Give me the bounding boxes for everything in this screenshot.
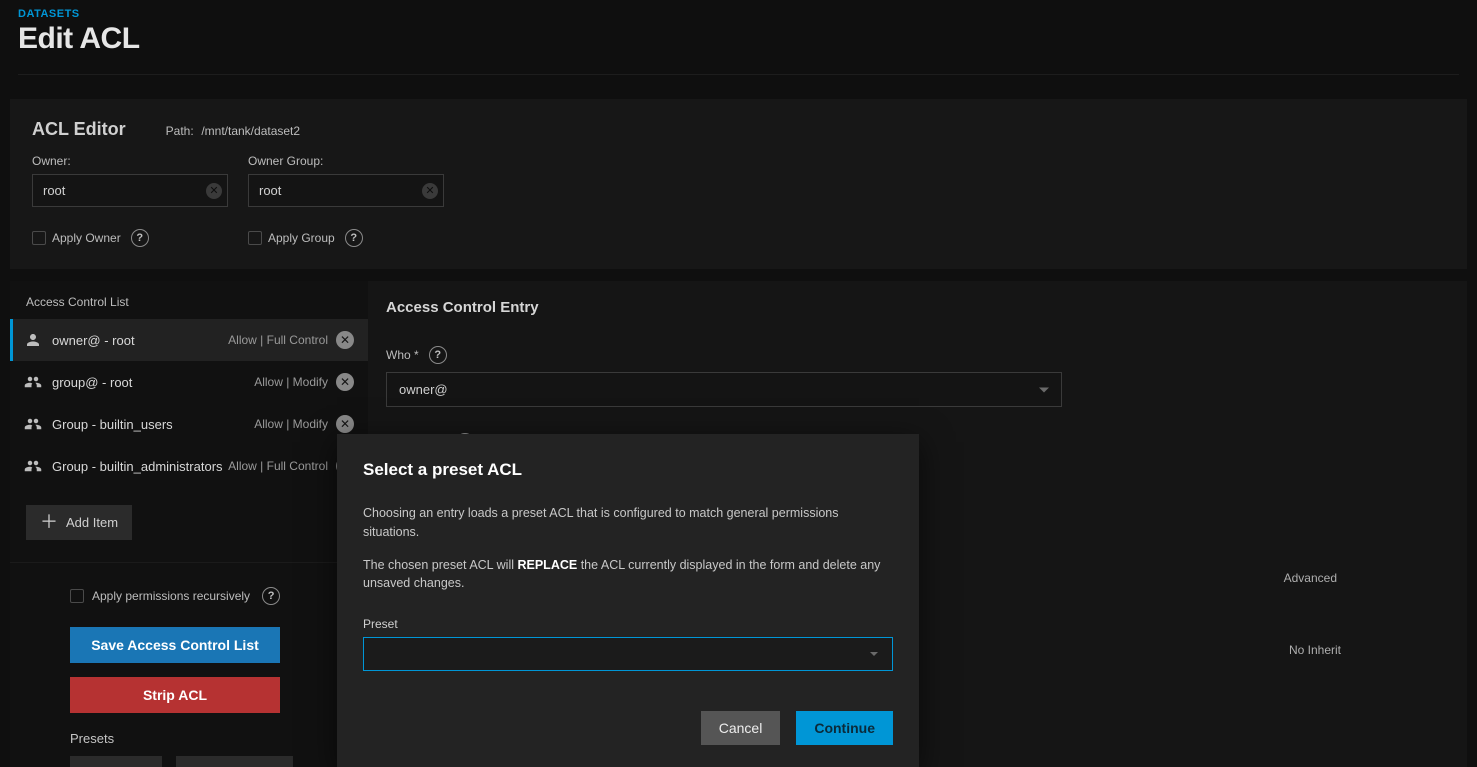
help-icon[interactable]: ? — [262, 587, 280, 605]
use-preset-button[interactable]: Use Preset — [70, 756, 162, 767]
owner-label: Owner: — [32, 154, 228, 168]
owner-group-label: Owner Group: — [248, 154, 444, 168]
acl-row[interactable]: Group - builtin_users Allow | Modify ✕ — [10, 403, 368, 445]
acl-row-label: Group - builtin_administrators — [52, 459, 223, 474]
path-label: Path: — [166, 124, 194, 138]
no-inherit-label: No Inherit — [1289, 643, 1341, 657]
acl-row-label: Group - builtin_users — [52, 417, 173, 432]
apply-owner-checkbox[interactable] — [32, 231, 46, 245]
clear-owner-icon[interactable]: ✕ — [206, 183, 222, 199]
apply-owner-label: Apply Owner — [52, 231, 121, 245]
chevron-down-icon — [1039, 387, 1049, 392]
acl-row-summary: Allow | Modify — [254, 417, 328, 431]
breadcrumb[interactable]: DATASETS — [0, 0, 1477, 22]
dialog-text-1: Choosing an entry loads a preset ACL tha… — [363, 504, 893, 542]
plus-icon: ＋ — [40, 516, 58, 529]
acl-list-title: Access Control List — [10, 281, 368, 319]
acl-editor-card: ACL Editor Path: /mnt/tank/dataset2 Owne… — [10, 99, 1467, 269]
dialog-title: Select a preset ACL — [363, 460, 893, 480]
preset-label: Preset — [363, 617, 893, 631]
strip-acl-button[interactable]: Strip ACL — [70, 677, 280, 713]
apply-recursive-checkbox[interactable] — [70, 589, 84, 603]
add-item-button[interactable]: ＋ Add Item — [26, 505, 132, 540]
ace-title: Access Control Entry — [386, 299, 1449, 316]
who-label: Who * — [386, 348, 419, 362]
acl-row-summary: Allow | Modify — [254, 375, 328, 389]
acl-row-summary: Allow | Full Control — [228, 333, 328, 347]
group-icon — [24, 457, 42, 475]
who-value: owner@ — [399, 382, 448, 397]
clear-owner-group-icon[interactable]: ✕ — [422, 183, 438, 199]
who-select[interactable]: owner@ — [386, 372, 1062, 407]
apply-group-label: Apply Group — [268, 231, 335, 245]
acl-row-label: owner@ - root — [52, 333, 135, 348]
path-value: /mnt/tank/dataset2 — [201, 124, 300, 138]
delete-acl-row-icon[interactable]: ✕ — [336, 331, 354, 349]
save-as-preset-button[interactable]: Save As Preset — [176, 756, 293, 767]
apply-group-checkbox[interactable] — [248, 231, 262, 245]
divider — [18, 74, 1459, 75]
acl-row-label: group@ - root — [52, 375, 132, 390]
acl-row[interactable]: owner@ - root Allow | Full Control ✕ — [10, 319, 368, 361]
acl-row[interactable]: Group - builtin_administrators Allow | Fu… — [10, 445, 368, 487]
help-icon[interactable]: ? — [345, 229, 363, 247]
help-icon[interactable]: ? — [131, 229, 149, 247]
user-icon — [24, 331, 42, 349]
preset-select[interactable] — [363, 637, 893, 671]
save-acl-button[interactable]: Save Access Control List — [70, 627, 280, 663]
acl-editor-title: ACL Editor — [32, 119, 126, 140]
preset-acl-dialog: Select a preset ACL Choosing an entry lo… — [337, 434, 919, 767]
delete-acl-row-icon[interactable]: ✕ — [336, 373, 354, 391]
presets-heading: Presets — [70, 731, 308, 746]
group-icon — [24, 373, 42, 391]
group-icon — [24, 415, 42, 433]
acl-row-summary: Allow | Full Control — [228, 459, 328, 473]
add-item-label: Add Item — [66, 515, 118, 530]
delete-acl-row-icon[interactable]: ✕ — [336, 415, 354, 433]
page-title: Edit ACL — [0, 22, 1477, 74]
acl-list-panel: Access Control List owner@ - root Allow |… — [10, 281, 368, 767]
dialog-text-2: The chosen preset ACL will REPLACE the A… — [363, 556, 893, 594]
advanced-label: Advanced — [1284, 571, 1337, 585]
apply-recursive-label: Apply permissions recursively — [92, 589, 250, 603]
help-icon[interactable]: ? — [429, 346, 447, 364]
chevron-down-icon — [870, 652, 878, 656]
acl-row[interactable]: group@ - root Allow | Modify ✕ — [10, 361, 368, 403]
owner-input[interactable] — [32, 174, 228, 207]
owner-group-input[interactable] — [248, 174, 444, 207]
